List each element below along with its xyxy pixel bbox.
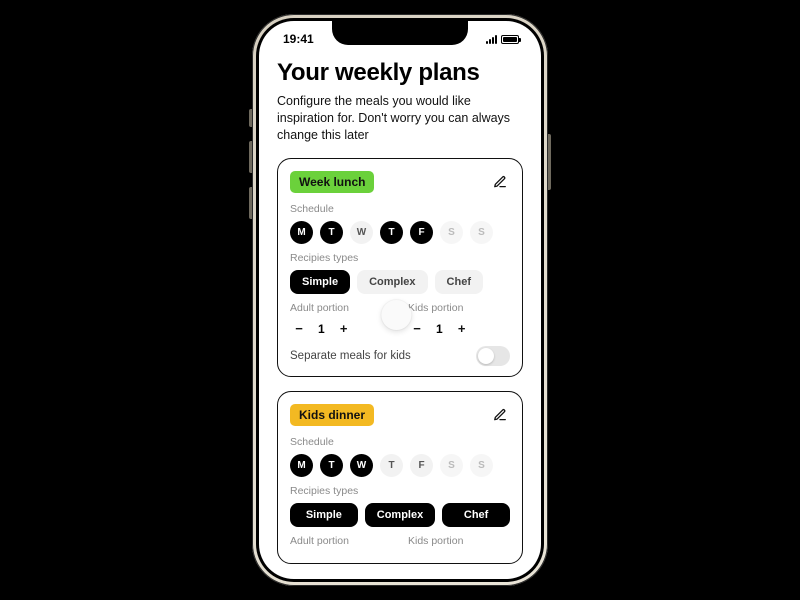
day-mon[interactable]: M (290, 221, 313, 244)
notch (332, 21, 468, 45)
adult-stepper: − 1 + (290, 320, 392, 338)
plan-tag: Week lunch (290, 171, 374, 193)
side-button-power (548, 134, 551, 190)
adult-portion-label: Adult portion (290, 535, 392, 547)
page-title: Your weekly plans (277, 59, 523, 87)
screen: 19:41 Your weekly plans Configure the me… (259, 21, 541, 579)
cellular-icon (486, 34, 497, 44)
day-wed[interactable]: W (350, 221, 373, 244)
day-sat[interactable]: S (440, 221, 463, 244)
kids-plus[interactable]: + (453, 320, 471, 338)
kids-minus[interactable]: − (408, 320, 426, 338)
plan-tag: Kids dinner (290, 404, 374, 426)
plan-card-week-lunch: Week lunch Schedule M T W T F (277, 158, 523, 377)
recipe-chef[interactable]: Chef (435, 270, 483, 294)
battery-icon (501, 35, 519, 44)
adult-minus[interactable]: − (290, 320, 308, 338)
status-time: 19:41 (283, 32, 314, 46)
edit-icon[interactable] (490, 172, 510, 192)
phone-frame: 19:41 Your weekly plans Configure the me… (252, 14, 548, 586)
recipe-chef[interactable]: Chef (442, 503, 510, 527)
schedule-days: M T W T F S S (290, 454, 510, 477)
recipe-types-label: Recipies types (290, 485, 510, 497)
page-subtitle: Configure the meals you would like inspi… (277, 93, 523, 144)
recipe-types-label: Recipies types (290, 252, 510, 264)
edit-icon[interactable] (490, 405, 510, 425)
recipe-complex[interactable]: Complex (357, 270, 427, 294)
day-thu[interactable]: T (380, 221, 403, 244)
day-fri[interactable]: F (410, 454, 433, 477)
plan-card-kids-dinner: Kids dinner Schedule M T W T F (277, 391, 523, 564)
kids-value: 1 (436, 322, 443, 336)
recipe-simple[interactable]: Simple (290, 503, 358, 527)
side-buttons-left (249, 109, 252, 233)
recipe-complex[interactable]: Complex (365, 503, 435, 527)
recipe-simple[interactable]: Simple (290, 270, 350, 294)
day-sun[interactable]: S (470, 221, 493, 244)
kids-portion-label: Kids portion (408, 535, 510, 547)
separate-meals-label: Separate meals for kids (290, 350, 411, 362)
day-wed[interactable]: W (350, 454, 373, 477)
day-mon[interactable]: M (290, 454, 313, 477)
day-tue[interactable]: T (320, 454, 343, 477)
day-sun[interactable]: S (470, 454, 493, 477)
schedule-label: Schedule (290, 436, 510, 448)
recipe-type-pills: Simple Complex Chef (290, 503, 510, 527)
day-thu[interactable]: T (380, 454, 403, 477)
kids-portion-label: Kids portion (408, 302, 510, 314)
separate-meals-toggle[interactable] (476, 346, 510, 366)
kids-stepper: − 1 + (408, 320, 510, 338)
adult-portion-label: Adult portion (290, 302, 392, 314)
schedule-days: M T W T F S S (290, 221, 510, 244)
schedule-label: Schedule (290, 203, 510, 215)
recipe-type-pills: Simple Complex Chef (290, 270, 510, 294)
adult-plus[interactable]: + (335, 320, 353, 338)
day-tue[interactable]: T (320, 221, 343, 244)
day-fri[interactable]: F (410, 221, 433, 244)
day-sat[interactable]: S (440, 454, 463, 477)
adult-value: 1 (318, 322, 325, 336)
portion-knob[interactable] (381, 300, 411, 330)
